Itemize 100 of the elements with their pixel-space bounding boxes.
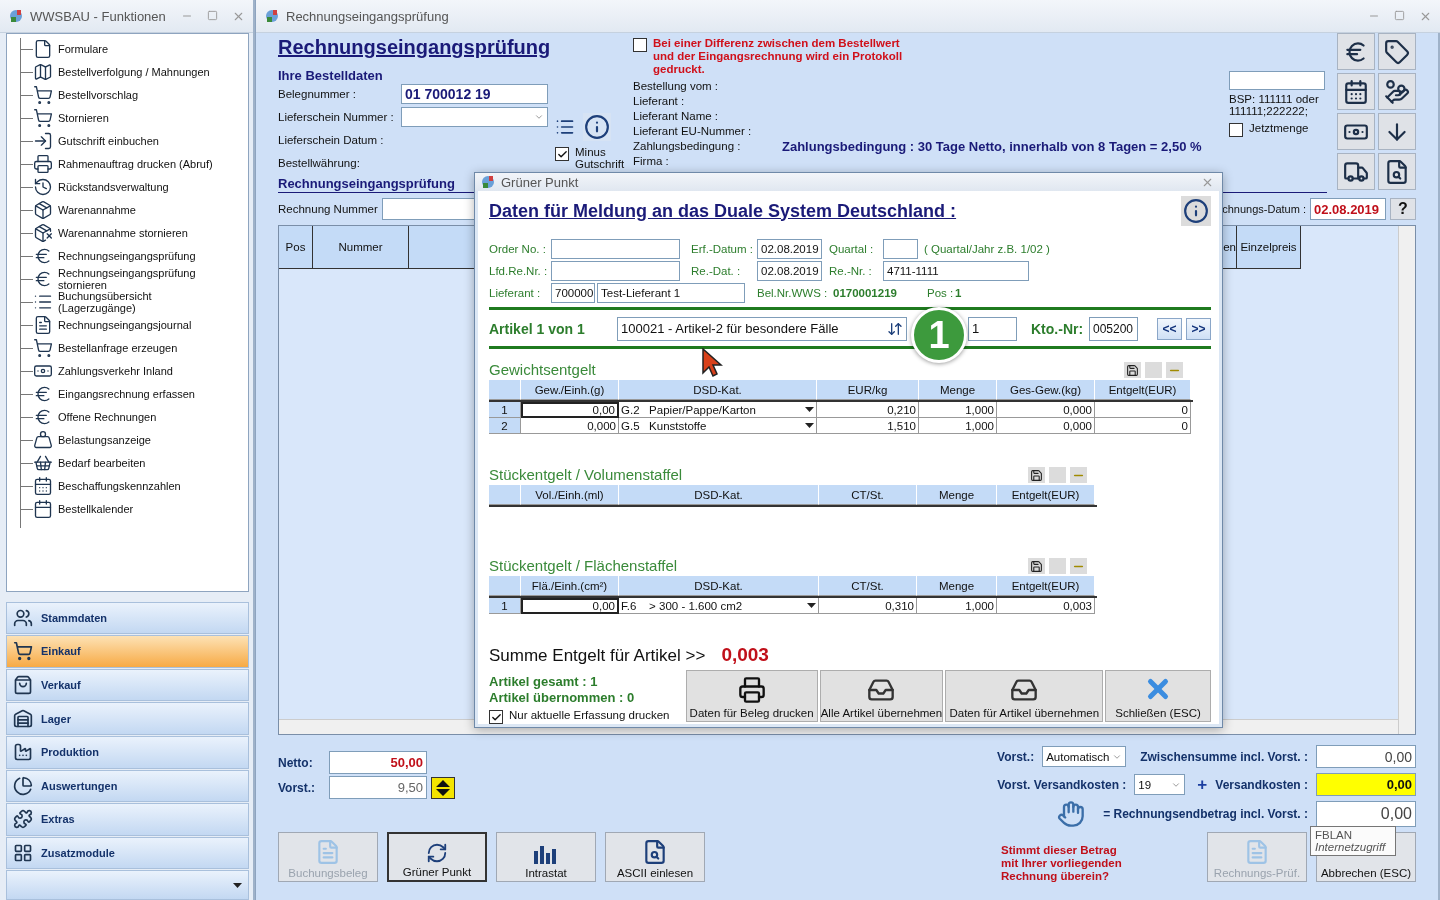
vertical-scrollbar[interactable] — [1398, 226, 1415, 734]
sort-icon[interactable] — [887, 320, 903, 337]
tool-button[interactable] — [1337, 153, 1375, 190]
action-button[interactable]: Daten für Beleg drucken — [685, 670, 818, 722]
input-field[interactable]: 005200 — [1089, 316, 1138, 341]
tree-item[interactable]: Rechnungseingangsprüfung — [21, 244, 248, 268]
info-button[interactable] — [583, 113, 611, 141]
toolbar-button[interactable]: Intrastat — [496, 832, 596, 882]
checkbox[interactable] — [1229, 123, 1243, 137]
input-field[interactable]: 700000 — [551, 283, 595, 303]
table-cell[interactable]: 0 — [1095, 418, 1191, 434]
table-cell[interactable]: 0,003 — [997, 598, 1095, 614]
table-cell[interactable]: 1,510 — [817, 418, 919, 434]
tool-button[interactable] — [1378, 73, 1416, 110]
tree-item[interactable]: Rahmenauftrag drucken (Abruf) — [21, 152, 248, 176]
tool-button[interactable] — [1337, 113, 1375, 150]
table-cell[interactable]: 0,00 — [521, 402, 619, 418]
nav-item[interactable]: Stammdaten — [6, 601, 249, 635]
save-icon[interactable] — [1028, 558, 1045, 574]
tree-item[interactable]: Rechnungseingangsjournal — [21, 313, 248, 337]
nav-item[interactable]: Extras — [6, 803, 249, 836]
checkbox[interactable] — [555, 147, 569, 161]
input-field[interactable] — [551, 239, 680, 259]
amount-field[interactable]: 0,00 — [1316, 773, 1416, 796]
table-cell[interactable]: 0,310 — [819, 598, 917, 614]
tree-item[interactable]: Beschaffungskennzahlen — [21, 474, 248, 498]
input-field[interactable] — [883, 239, 918, 259]
nav-item[interactable]: Einkauf — [6, 635, 249, 668]
table-cell[interactable]: 1,000 — [919, 402, 997, 418]
previous-button[interactable]: << — [1157, 317, 1182, 340]
tree-item[interactable]: Bestellkalender — [21, 497, 248, 521]
tree-item[interactable]: Bestellvorschlag — [21, 83, 248, 107]
date-field[interactable]: 02.08.2019 — [757, 239, 822, 259]
dropdown-cell[interactable]: G.2 Papier/Pappe/Karton — [619, 402, 817, 418]
tree-item[interactable]: Buchungsübersicht (Lagerzugänge) — [21, 290, 248, 314]
input-field[interactable]: 4711-1111 — [883, 261, 1029, 281]
help-button[interactable]: ? — [1390, 198, 1416, 220]
tree-item[interactable]: Offene Rechnungen — [21, 405, 248, 429]
tree-item[interactable]: Zahlungsverkehr Inland — [21, 359, 248, 383]
toolbar-button[interactable]: Grüner Punkt — [387, 832, 487, 882]
tool-button[interactable] — [1378, 153, 1416, 190]
tree-item[interactable]: Warenannahme — [21, 198, 248, 222]
tree-item[interactable]: Belastungsanzeige — [21, 428, 248, 452]
tree-item[interactable]: Bestellverfolgung / Mahnungen — [21, 60, 248, 84]
input-field[interactable]: 1 — [968, 316, 1017, 341]
info-button[interactable] — [1181, 196, 1211, 226]
action-button[interactable]: Alle Artikel übernehmen — [819, 670, 944, 722]
input-field[interactable]: Test-Lieferant 1 — [597, 283, 745, 303]
dropdown-cell[interactable]: G.5 Kunststoffe — [619, 418, 817, 434]
table-cell[interactable]: 0,00 — [521, 598, 619, 614]
save-icon[interactable] — [1028, 467, 1045, 483]
toolbar-button[interactable]: ASCII einlesen — [605, 832, 705, 882]
amount-field[interactable]: 0,00 — [1316, 801, 1416, 827]
nav-item[interactable]: Zusatzmodule — [6, 836, 249, 870]
table-cell[interactable]: 0,000 — [521, 418, 619, 434]
amount-field[interactable]: 0,00 — [1316, 745, 1416, 768]
dropdown-field[interactable]: 19 — [1134, 774, 1186, 795]
tree-item[interactable]: Eingangsrechnung erfassen — [21, 382, 248, 406]
tree-item[interactable]: Bestellanfrage erzeugen — [21, 336, 248, 360]
table-cell[interactable]: 1,000 — [917, 598, 997, 614]
table-cell[interactable]: 0 — [1095, 402, 1191, 418]
action-button[interactable]: Schließen (ESC) — [1105, 670, 1211, 722]
list-icon[interactable] — [555, 117, 575, 137]
nav-item[interactable]: Auswertungen — [6, 769, 249, 803]
table-cell[interactable]: 0,210 — [817, 402, 919, 418]
tree-item[interactable]: Formulare — [21, 37, 248, 61]
next-button[interactable]: >> — [1186, 317, 1211, 340]
article-dropdown[interactable]: 100021 - Artikel-2 für besondere Fälle — [617, 316, 907, 341]
input-field[interactable]: 01 700012 19 — [401, 84, 548, 105]
tree-item[interactable]: Bedarf bearbeiten — [21, 451, 248, 475]
checkbox[interactable] — [633, 38, 647, 52]
stepper-icon[interactable] — [431, 776, 455, 799]
checkbox[interactable] — [489, 710, 503, 724]
nav-item[interactable]: Lager — [6, 702, 249, 735]
tool-button[interactable] — [1378, 113, 1416, 150]
nav-item[interactable]: Produktion — [6, 735, 249, 769]
sum-value: 0,003 — [721, 644, 769, 666]
dropdown-field[interactable] — [401, 107, 548, 128]
amount-field[interactable]: 9,50 — [329, 776, 427, 799]
search-field[interactable] — [1229, 71, 1325, 90]
date-field[interactable]: 02.08.2019 — [757, 261, 822, 281]
tool-button[interactable] — [1337, 73, 1375, 110]
tool-button[interactable] — [1337, 33, 1375, 70]
amount-field[interactable]: 50,00 — [329, 751, 427, 774]
tree-item[interactable]: Gutschrift einbuchen — [21, 129, 248, 153]
date-field[interactable]: 02.08.2019 — [1310, 198, 1386, 220]
nav-item[interactable]: Verkauf — [6, 668, 249, 702]
table-cell[interactable]: 0,000 — [997, 418, 1095, 434]
dropdown-field[interactable]: Automatisch — [1042, 746, 1127, 767]
table-cell[interactable]: 1,000 — [919, 418, 997, 434]
tree-item[interactable]: Rechnungseingangsprüfung stornieren — [21, 267, 248, 291]
tree-item[interactable]: Stornieren — [21, 106, 248, 130]
dropdown-cell[interactable]: F.6 > 300 - 1.600 cm2 — [619, 598, 819, 614]
tree-item[interactable]: Rückstandsverwaltung — [21, 175, 248, 199]
table-cell[interactable]: 0,000 — [997, 402, 1095, 418]
tree-item[interactable]: Warenannahme stornieren — [21, 221, 248, 245]
tool-button[interactable] — [1378, 33, 1416, 70]
input-field[interactable] — [551, 261, 680, 281]
action-button[interactable]: Daten für Artikel übernehmen — [945, 670, 1104, 722]
save-icon[interactable] — [1124, 362, 1141, 378]
